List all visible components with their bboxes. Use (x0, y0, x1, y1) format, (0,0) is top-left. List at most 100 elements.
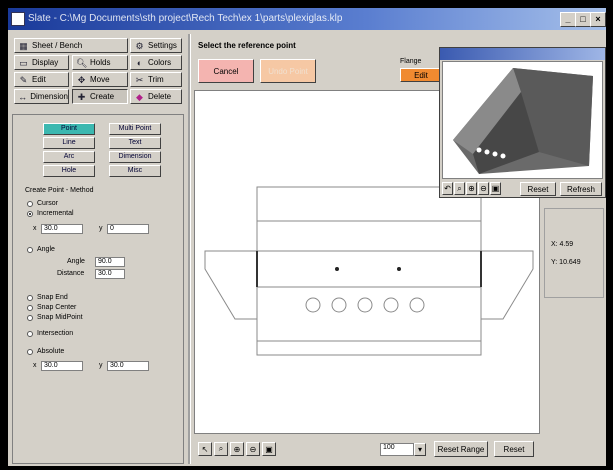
window-title: Slate - C:\Mg Documents\sth project\Rech… (28, 13, 343, 24)
cancel-button[interactable]: Cancel (198, 59, 254, 83)
abs-x-label: x (33, 362, 37, 369)
undo-point-button[interactable]: Undo Point (260, 59, 316, 83)
radio-snap-center-label: Snap Center (37, 304, 77, 311)
3d-view-window: ↶ ⌕ ⊕ ⊖ ▣ Reset Refresh (439, 47, 606, 198)
coordinate-panel: X: 4.59 Y: 10.649 (544, 208, 604, 298)
distance-field[interactable]: 30.0 (95, 269, 125, 279)
zoom-in-icon: ⊕ (468, 184, 475, 193)
colors-icon: ◐ (136, 57, 143, 68)
distance-label: Distance (57, 270, 85, 277)
angle-field[interactable]: 90.0 (95, 257, 125, 267)
radio-absolute[interactable] (27, 349, 33, 355)
zoom-in-icon: ⊕ (233, 444, 241, 454)
radio-intersection[interactable] (27, 331, 33, 337)
zoom-dropdown-button[interactable]: ▾ (414, 443, 426, 456)
radio-cursor[interactable] (27, 201, 33, 207)
dimension-button[interactable]: ↔ Dimension (14, 89, 69, 104)
flange-edit-button[interactable]: Edit (400, 68, 442, 82)
tool-misc[interactable]: Misc (109, 165, 161, 177)
fit-view-icon: ▣ (491, 184, 500, 193)
coord-y: Y: 10.649 (551, 259, 581, 266)
title-bar: Slate - C:\Mg Documents\sth project\Rech… (8, 8, 606, 30)
reset-button[interactable]: Reset (494, 441, 534, 457)
abs-y-label: y (99, 362, 103, 369)
pointer-tool-button[interactable]: ↖ (198, 442, 212, 456)
gear-icon: ⚙ (135, 40, 144, 51)
inc-x-label: x (33, 225, 37, 232)
move-button[interactable]: ✥ Move (72, 72, 128, 87)
trim-icon: ✂ (135, 74, 144, 85)
view-zoom-out-button[interactable]: ⊖ (478, 182, 489, 195)
tool-line[interactable]: Line (43, 137, 95, 149)
create-icon: ✚ (77, 91, 86, 102)
radio-snap-center[interactable] (27, 305, 33, 311)
magnifier-icon: 🔍︎ (76, 57, 88, 68)
radio-snap-end[interactable] (27, 295, 33, 301)
maximize-button[interactable]: □ (575, 12, 591, 27)
tool-multi-point[interactable]: Multi Point (109, 123, 161, 135)
zoom-tool-button[interactable]: ⌕ (214, 442, 228, 456)
inc-y-label: y (99, 225, 103, 232)
tool-arc[interactable]: Arc (43, 151, 95, 163)
tool-text[interactable]: Text (109, 137, 161, 149)
radio-cursor-label: Cursor (37, 200, 59, 207)
bottom-bar: ↖ ⌕ ⊕ ⊖ ▣ 100 ▾ Reset Range Reset (194, 436, 540, 462)
minimize-button[interactable]: _ (560, 12, 576, 27)
radio-absolute-label: Absolute (37, 348, 65, 355)
edit-button[interactable]: ✎ Edit (14, 72, 69, 87)
magnifier-icon: ⌕ (457, 183, 462, 193)
3d-view-titlebar (440, 48, 605, 60)
delete-button[interactable]: ◆ Delete (130, 89, 182, 104)
zoom-in-button[interactable]: ⊕ (230, 442, 244, 456)
3d-viewport[interactable] (442, 61, 603, 179)
prompt-text: Select the reference point (198, 41, 296, 50)
method-title: Create Point - Method (25, 187, 94, 194)
view-refresh-button[interactable]: Refresh (560, 182, 602, 196)
rotate-icon: ↶ (444, 184, 451, 193)
panel-divider (188, 34, 191, 464)
delete-icon: ◆ (136, 91, 143, 102)
sheet-bench-button[interactable]: ▦ Sheet / Bench (14, 38, 128, 53)
zoom-out-button[interactable]: ⊖ (246, 442, 260, 456)
fit-view-icon: ▣ (265, 444, 273, 454)
chevron-down-icon: ▾ (417, 445, 422, 454)
display-button[interactable]: ▭ Display (14, 55, 69, 70)
flange-label: Flange (400, 58, 422, 65)
radio-incremental-label: Incremental (37, 210, 74, 217)
fit-view-button[interactable]: ▣ (262, 442, 276, 456)
view-reset-button[interactable]: Reset (520, 182, 556, 196)
tool-hole[interactable]: Hole (43, 165, 95, 177)
app-window: Slate - C:\Mg Documents\sth project\Rech… (8, 8, 606, 466)
radio-angle[interactable] (27, 247, 33, 253)
abs-y-field[interactable]: 30.0 (107, 361, 149, 371)
view-fit-button[interactable]: ▣ (490, 182, 501, 195)
settings-button[interactable]: ⚙ Settings (130, 38, 182, 53)
tool-dimension[interactable]: Dimension (109, 151, 161, 163)
zoom-out-icon: ⊖ (480, 184, 487, 193)
inc-y-field[interactable]: 0 (107, 224, 149, 234)
view-zoom-in-button[interactable]: ⊕ (466, 182, 477, 195)
radio-angle-label: Angle (37, 246, 55, 253)
radio-snap-midpoint[interactable] (27, 315, 33, 321)
rotate-tool-button[interactable]: ↶ (442, 182, 453, 195)
holds-button[interactable]: 🔍︎ Holds (72, 55, 128, 70)
create-panel: Point Multi Point Line Text Arc Dimensio… (12, 114, 184, 464)
close-button[interactable]: × (590, 12, 606, 27)
view-zoom-button[interactable]: ⌕ (454, 182, 465, 195)
edit-icon: ✎ (19, 74, 28, 85)
sheet-icon: ▦ (19, 40, 28, 51)
create-button[interactable]: ✚ Create (72, 89, 128, 104)
trim-button[interactable]: ✂ Trim (130, 72, 182, 87)
inc-x-field[interactable]: 30.0 (41, 224, 83, 234)
colors-button[interactable]: ◐ Colors (130, 55, 182, 70)
zoom-out-icon: ⊖ (249, 444, 257, 454)
radio-snap-end-label: Snap End (37, 294, 68, 301)
dimension-icon: ↔ (18, 91, 28, 102)
tool-point[interactable]: Point (43, 123, 95, 135)
zoom-select[interactable]: 100 (380, 443, 414, 456)
move-icon: ✥ (77, 74, 86, 85)
angle-label: Angle (67, 258, 85, 265)
abs-x-field[interactable]: 30.0 (41, 361, 83, 371)
radio-incremental[interactable] (27, 211, 33, 217)
reset-range-button[interactable]: Reset Range (434, 441, 488, 457)
